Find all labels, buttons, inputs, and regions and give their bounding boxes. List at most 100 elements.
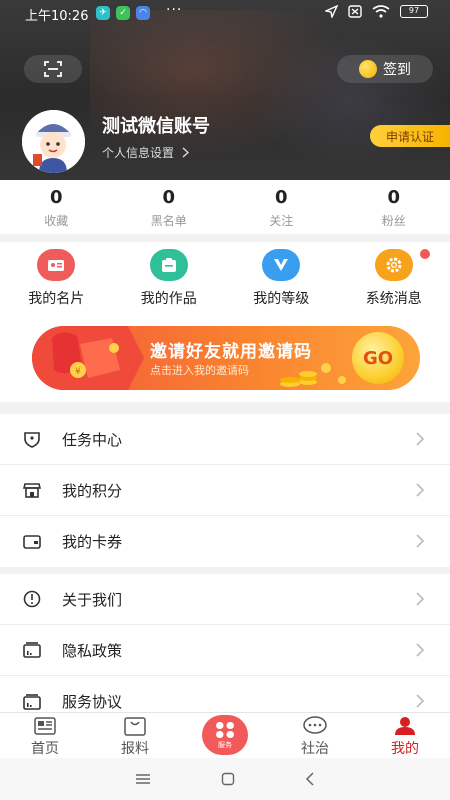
chevron-right-icon: [416, 643, 425, 657]
service-button[interactable]: 服务: [202, 715, 248, 755]
v-badge-icon: [262, 249, 301, 281]
chevron-right-icon: [416, 483, 425, 497]
quick-label: 我的等级: [253, 291, 310, 307]
cartoon-avatar-icon: [22, 110, 85, 173]
chevron-right-icon: [416, 534, 425, 548]
id-card-icon: [37, 249, 76, 281]
username: 测试微信账号: [102, 116, 210, 137]
scan-button[interactable]: [24, 55, 82, 83]
apply-certification-button[interactable]: 申请认证: [370, 125, 450, 147]
quick-my-works[interactable]: 我的作品: [113, 242, 226, 312]
tab-home[interactable]: 首页: [0, 713, 90, 758]
red-envelope-icon: ¥: [32, 326, 144, 390]
status-app-icons: ✈ ✓ ◠: [96, 6, 150, 20]
stats-bar: 0 收藏 0 黑名单 0 关注 0 粉丝: [0, 180, 450, 234]
quick-label: 我的作品: [140, 291, 197, 307]
coins-icon: [280, 363, 346, 387]
chevron-right-icon: [416, 694, 425, 708]
quick-my-card[interactable]: 我的名片: [0, 242, 113, 312]
shield-icon: [22, 429, 42, 449]
menu-group-about: 关于我们 隐私政策 服务协议: [0, 574, 450, 727]
wifi-icon: [372, 5, 390, 18]
system-navigation-bar: [0, 758, 450, 800]
tab-service[interactable]: 服务: [180, 713, 270, 758]
chevron-right-icon: [416, 592, 425, 606]
tab-label: 服务: [218, 740, 232, 749]
home-square-icon[interactable]: [221, 772, 235, 786]
store-icon: [22, 480, 42, 500]
menu-item-privacy-policy[interactable]: 隐私政策: [0, 625, 450, 676]
status-bar: 上午10:26 ✈ ✓ ◠ ··· 97: [0, 0, 450, 26]
signin-label: 签到: [383, 62, 411, 78]
stat-label: 黑名单: [150, 214, 187, 228]
quick-my-level[interactable]: 我的等级: [225, 242, 338, 312]
no-sim-icon: [348, 5, 362, 18]
chevron-right-icon: [416, 432, 425, 446]
menu-item-my-coupons[interactable]: 我的卡券: [0, 516, 450, 567]
invite-banner[interactable]: ¥ 邀请好友就用邀请码 点击进入我的邀请码 GO: [32, 326, 420, 390]
menu-item-label: 任务中心: [62, 430, 123, 449]
stat-label: 收藏: [44, 214, 69, 228]
location-icon: [325, 5, 338, 18]
menu-item-label: 隐私政策: [62, 641, 123, 660]
stat-favorites[interactable]: 0 收藏: [0, 180, 113, 234]
profile-settings-link[interactable]: 个人信息设置: [102, 144, 190, 161]
stat-value: 0: [274, 187, 288, 208]
user-icon: [393, 716, 417, 736]
go-button[interactable]: GO: [352, 332, 404, 384]
tab-community[interactable]: 社治: [270, 713, 360, 758]
info-icon: [22, 589, 42, 609]
briefcase-icon: [149, 249, 188, 281]
menu-item-task-center[interactable]: 任务中心: [0, 414, 450, 465]
menu-item-label: 关于我们: [62, 590, 123, 609]
quick-actions: 我的名片 我的作品 我的等级 系统消息 ¥ 邀请好友就用邀请码 点击进入我的邀请…: [0, 242, 450, 402]
tab-report[interactable]: 报料: [90, 713, 180, 758]
stat-value: 0: [162, 187, 176, 208]
chevron-right-icon: [182, 147, 190, 158]
app-notification-icon: ✓: [116, 6, 130, 20]
stat-fans[interactable]: 0 粉丝: [338, 180, 450, 234]
menu-item-about-us[interactable]: 关于我们: [0, 574, 450, 625]
wallet-icon: [22, 532, 42, 552]
profile-header: 上午10:26 ✈ ✓ ◠ ··· 97 签到 测试微信账号 个人信息设置 申请…: [0, 0, 450, 180]
gear-icon: [374, 249, 413, 281]
invite-subtitle: 点击进入我的邀请码: [150, 364, 249, 377]
quick-label: 我的名片: [28, 291, 85, 307]
grid-icon: [216, 721, 234, 738]
status-more: ···: [166, 2, 183, 18]
agreement-icon: [22, 692, 42, 712]
scan-icon: [44, 61, 62, 77]
tab-mine[interactable]: 我的: [360, 713, 450, 758]
chat-icon: [303, 716, 327, 736]
bottom-tab-bar: 首页 报料 服务 社治 我的: [0, 712, 450, 758]
menu-item-my-points[interactable]: 我的积分: [0, 465, 450, 516]
menu-icon[interactable]: [135, 773, 151, 785]
tab-label: 报料: [121, 741, 149, 757]
status-right: 97: [325, 5, 428, 18]
menu-group-account: 任务中心 我的积分 我的卡券: [0, 414, 450, 567]
quick-label: 系统消息: [365, 291, 422, 307]
avatar[interactable]: [22, 110, 85, 173]
app-notification-icon: ✈: [96, 6, 110, 20]
menu-item-label: 我的卡券: [62, 533, 123, 551]
unread-dot: [420, 249, 430, 259]
stat-blacklist[interactable]: 0 黑名单: [113, 180, 226, 234]
stat-value: 0: [49, 187, 63, 208]
stat-label: 关注: [269, 214, 294, 228]
app-notification-icon: ◠: [136, 6, 150, 20]
back-icon[interactable]: [305, 772, 315, 786]
home-news-icon: [33, 716, 57, 736]
menu-item-label: 服务协议: [62, 693, 123, 711]
tab-label: 我的: [391, 741, 419, 757]
battery-indicator: 97: [400, 5, 428, 18]
quick-system-messages[interactable]: 系统消息: [338, 242, 450, 312]
tab-label: 社治: [301, 741, 329, 757]
svg-text:¥: ¥: [75, 367, 81, 377]
signin-button[interactable]: 签到: [337, 55, 433, 83]
menu-item-label: 我的积分: [62, 481, 123, 500]
status-time: 上午10:26: [25, 9, 89, 24]
tab-label: 首页: [31, 741, 59, 757]
stat-value: 0: [387, 187, 401, 208]
stat-following[interactable]: 0 关注: [225, 180, 338, 234]
document-icon: [22, 640, 42, 660]
